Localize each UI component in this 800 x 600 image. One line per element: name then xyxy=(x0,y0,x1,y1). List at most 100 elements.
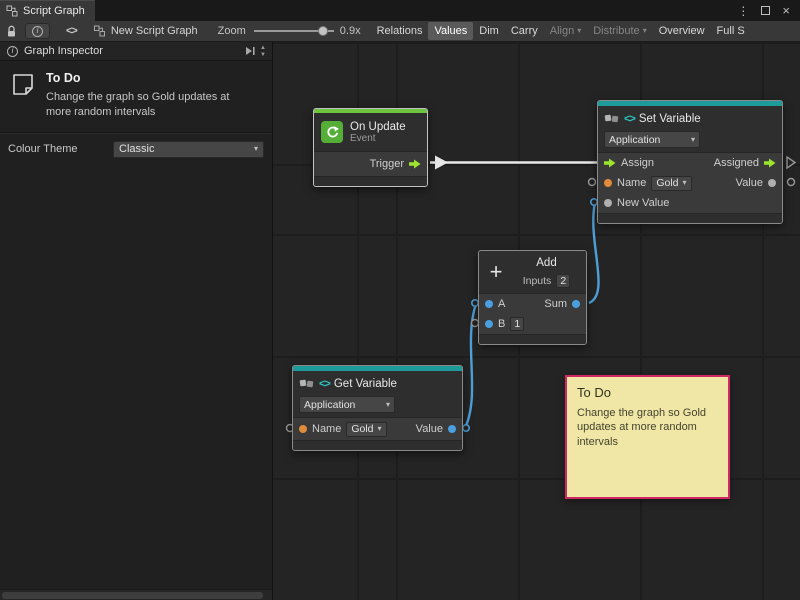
node-footer xyxy=(314,176,427,186)
b-value-field[interactable]: 1 xyxy=(510,317,524,331)
distribute-button[interactable]: Distribute ▾ xyxy=(587,22,652,40)
graph-toolbar: i <> New Script Graph Zoom 0.9x Relation… xyxy=(0,21,800,42)
node-footer xyxy=(598,213,782,223)
scroll-up-icon[interactable]: ▲ xyxy=(260,45,266,51)
todo-title: To Do xyxy=(46,71,251,85)
value-connection-gold-to-a[interactable] xyxy=(465,304,476,428)
node-get-variable[interactable]: <> Get Variable Application ▾ Name Gold … xyxy=(292,365,463,451)
port-value-output[interactable] xyxy=(768,179,776,187)
variables-icon xyxy=(604,113,620,125)
colour-theme-value: Classic xyxy=(119,143,154,155)
tab-script-graph[interactable]: Script Graph xyxy=(0,0,95,21)
dock-panel-icon[interactable] xyxy=(244,45,256,57)
variable-name-value: Gold xyxy=(351,423,373,435)
inspector-horizontal-scrollbar[interactable] xyxy=(0,589,272,600)
gold-variable-dropdown[interactable]: Gold ▾ xyxy=(651,176,691,191)
graph-name-label: New Script Graph xyxy=(111,25,198,37)
variable-name-value: Gold xyxy=(656,177,678,189)
port-set-assigned-edge[interactable] xyxy=(787,157,795,168)
window-menu-icon[interactable]: ⋮ xyxy=(737,4,749,18)
zoom-label: Zoom xyxy=(218,25,246,37)
node-on-update[interactable]: On Update Event Trigger xyxy=(313,108,428,187)
chevron-down-icon: ▾ xyxy=(378,425,382,433)
port-value-label: Value xyxy=(416,423,443,435)
sticky-note-title: To Do xyxy=(577,385,718,400)
port-sum-output[interactable] xyxy=(572,300,580,308)
node-set-variable[interactable]: <> Set Variable Application ▾ Assign Ass… xyxy=(597,100,783,224)
chevron-down-icon: ▾ xyxy=(254,145,258,153)
node-footer xyxy=(293,440,462,450)
scrollbar-arrows: ▲ ▼ xyxy=(260,45,268,58)
port-name-input[interactable] xyxy=(299,425,307,433)
flow-out-icon[interactable] xyxy=(764,158,776,168)
node-title: On Update xyxy=(350,121,406,133)
port-set-value-edge[interactable] xyxy=(788,179,795,186)
inspector-title: Graph Inspector xyxy=(24,45,103,57)
align-button[interactable]: Align ▾ xyxy=(544,22,587,40)
overview-button[interactable]: Overview xyxy=(653,22,711,40)
variable-scope-dropdown[interactable]: Application ▾ xyxy=(604,131,700,148)
zoom-slider[interactable] xyxy=(254,24,334,38)
port-b-input[interactable] xyxy=(485,320,493,328)
port-get-value-edge[interactable] xyxy=(463,425,469,431)
code-icon: <> xyxy=(624,113,635,125)
port-name-label: Name xyxy=(617,177,646,189)
lock-icon[interactable] xyxy=(6,25,17,38)
node-title: Get Variable xyxy=(334,378,397,390)
values-button[interactable]: Values xyxy=(428,22,473,40)
port-a-label: A xyxy=(498,298,505,310)
port-a-input[interactable] xyxy=(485,300,493,308)
distribute-label: Distribute xyxy=(593,25,639,37)
port-assigned-label: Assigned xyxy=(714,157,759,169)
node-add[interactable]: + Add Inputs 2 A Sum xyxy=(478,250,587,345)
chevron-down-icon: ▾ xyxy=(386,401,390,409)
carry-button[interactable]: Carry xyxy=(505,22,544,40)
port-value-label: Value xyxy=(736,177,763,189)
tab-title: Script Graph xyxy=(23,5,85,17)
dim-button[interactable]: Dim xyxy=(473,22,505,40)
variable-scope-dropdown[interactable]: Application ▾ xyxy=(299,396,395,413)
window-tab-bar: Script Graph ⋮ × xyxy=(0,0,800,21)
window-controls: ⋮ × xyxy=(737,0,800,21)
port-assign-label: Assign xyxy=(621,157,654,169)
code-icon: <> xyxy=(319,378,330,390)
gold-variable-dropdown[interactable]: Gold ▾ xyxy=(346,422,386,437)
port-new-value-input[interactable] xyxy=(604,199,612,207)
chevron-down-icon: ▾ xyxy=(643,27,647,35)
relations-button[interactable]: Relations xyxy=(371,22,429,40)
zoom-value: 0.9x xyxy=(340,25,361,37)
fullscreen-button[interactable]: Full S xyxy=(711,22,751,40)
variables-icon xyxy=(299,378,315,390)
flow-out-icon[interactable] xyxy=(409,159,421,169)
zoom-slider-handle[interactable] xyxy=(318,26,328,36)
port-b-label: B xyxy=(498,318,505,330)
scrollbar-thumb[interactable] xyxy=(2,592,263,599)
info-icon: i xyxy=(7,46,18,57)
graph-name[interactable]: New Script Graph xyxy=(93,25,198,37)
graph-canvas[interactable]: On Update Event Trigger xyxy=(273,42,800,600)
inspector-toggle-button[interactable]: i xyxy=(25,23,50,39)
port-sum-label: Sum xyxy=(544,298,567,310)
node-title: Add xyxy=(536,255,556,271)
scope-value: Application xyxy=(609,134,660,146)
info-icon: i xyxy=(32,26,43,37)
maximize-icon[interactable] xyxy=(761,6,770,15)
chevron-down-icon: ▾ xyxy=(577,27,581,35)
port-name-input[interactable] xyxy=(604,179,612,187)
sticky-note[interactable]: To Do Change the graph so Gold updates a… xyxy=(565,375,730,499)
graph-inspector-panel: i Graph Inspector ▲ ▼ To Do Change th xyxy=(0,42,273,600)
align-label: Align xyxy=(550,25,574,37)
code-view-icon[interactable]: <> xyxy=(66,25,77,37)
script-graph-icon xyxy=(6,5,18,17)
todo-text: Change the graph so Gold updates at more… xyxy=(46,90,251,120)
colour-theme-row: Colour Theme Classic ▾ xyxy=(0,133,272,166)
inputs-count-field[interactable]: 2 xyxy=(556,274,570,288)
node-subtitle: Event xyxy=(350,133,406,144)
port-value-output[interactable] xyxy=(448,425,456,433)
flow-in-icon[interactable] xyxy=(604,158,616,168)
close-icon[interactable]: × xyxy=(782,3,790,18)
node-footer xyxy=(479,334,586,344)
colour-theme-dropdown[interactable]: Classic ▾ xyxy=(113,141,264,158)
port-set-name-edge[interactable] xyxy=(589,179,596,186)
scroll-down-icon[interactable]: ▼ xyxy=(260,52,266,58)
